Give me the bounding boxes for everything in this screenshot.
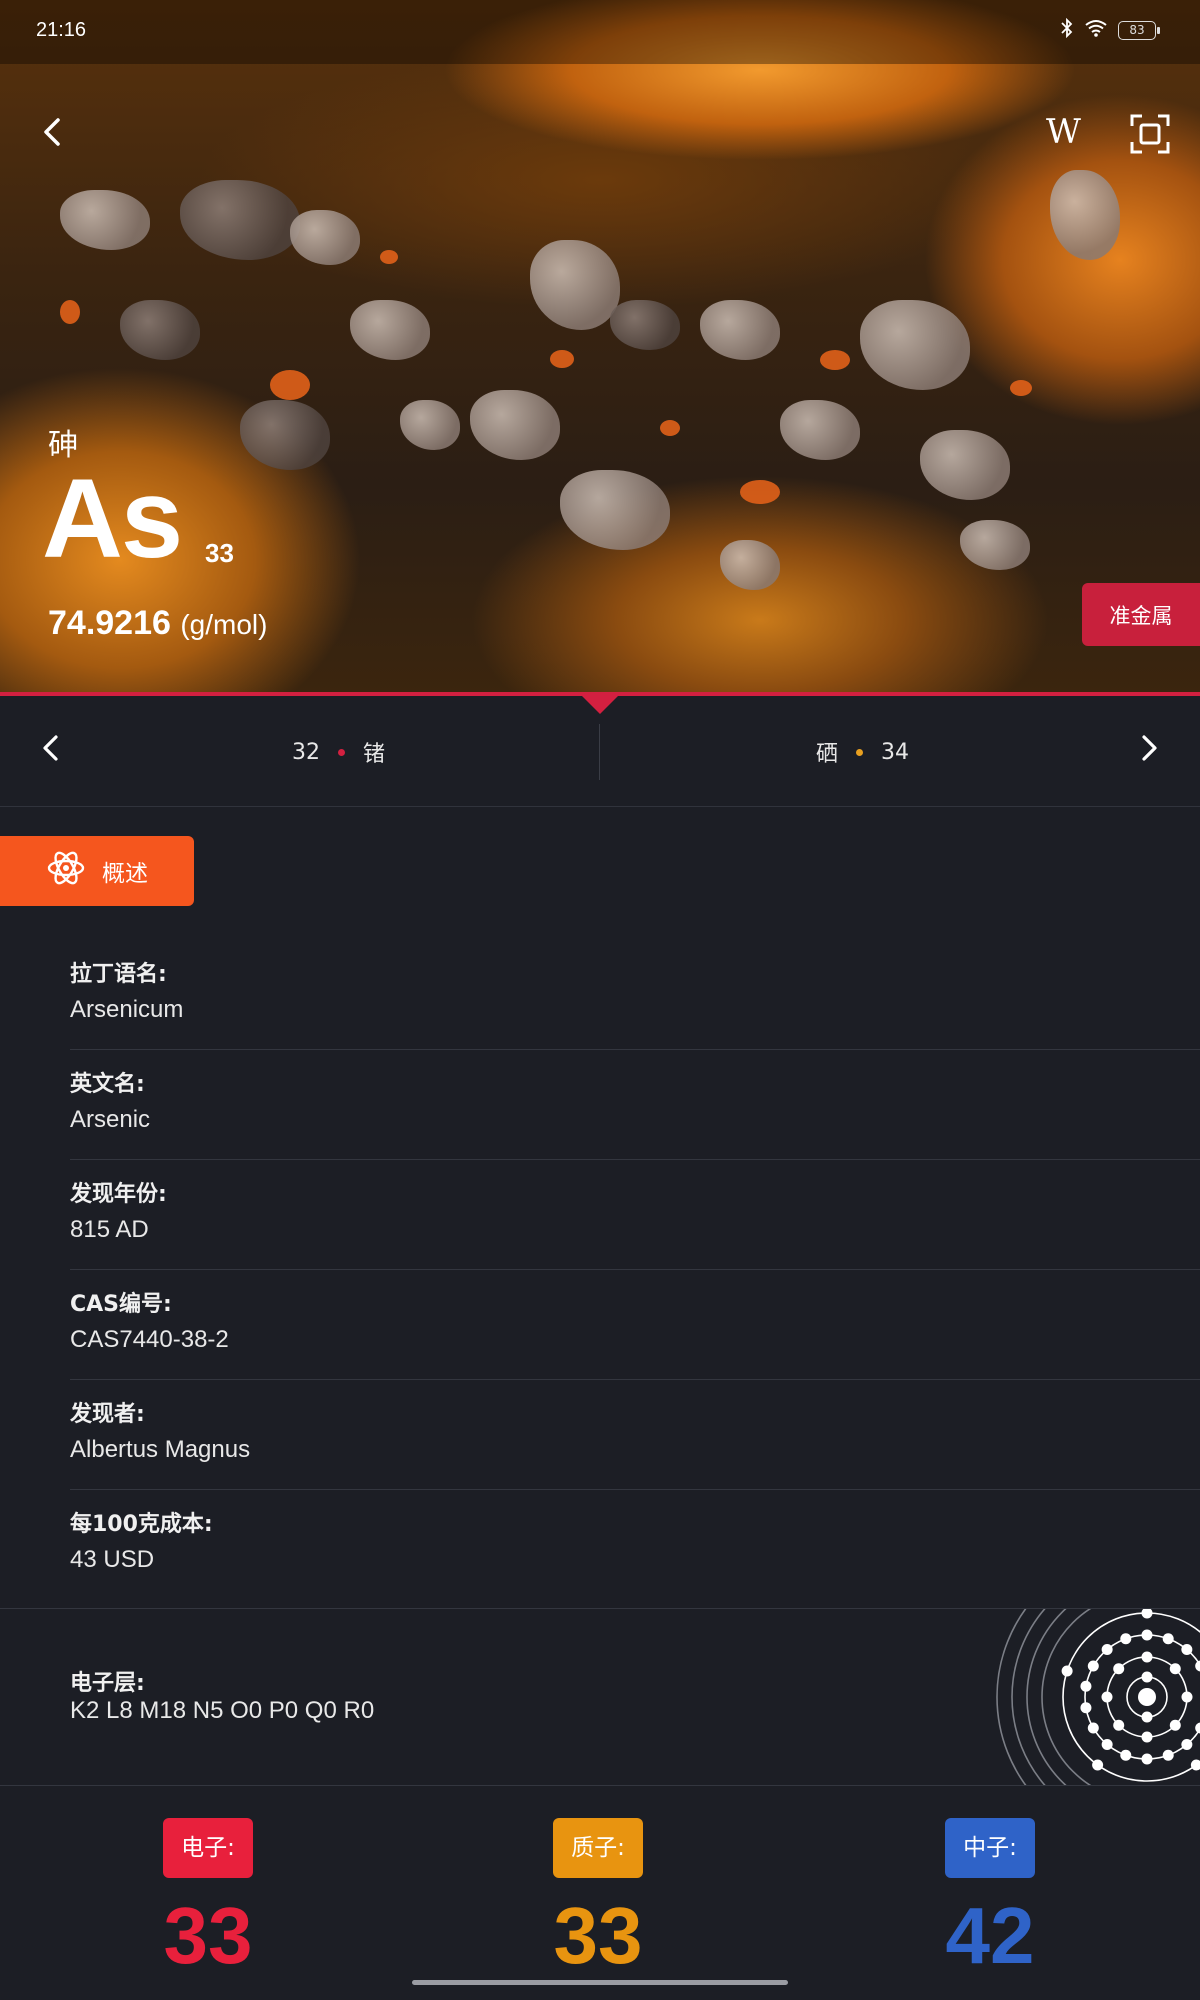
next-element-button[interactable] [1132,732,1164,764]
chevron-left-icon [44,118,60,146]
prev-element-name: 锗 [363,742,386,767]
next-element[interactable]: 硒 34 [816,736,909,768]
next-element-number: 34 [881,739,910,765]
electron-shells: 电子层: K2 L8 M18 N5 O0 P0 Q0 R0 [0,1608,1200,1786]
electron-shells-label: 电子层: [70,1671,145,1696]
property-latin-name: 拉丁语名: Arsenicum [70,940,1200,1050]
property-value: 43 USD [70,1546,155,1573]
property-value: CAS7440-38-2 [70,1326,229,1353]
next-element-dot [856,748,864,756]
property-cas-number: CAS编号: CAS7440-38-2 [70,1270,1200,1380]
electron-badge: 电子: [163,1818,253,1878]
element-symbol: As [42,456,183,581]
prev-element-number: 32 [292,739,320,765]
property-label: CAS编号: [70,1292,172,1317]
atomic-mass: 74.9216 (g/mol) [48,604,267,643]
atomic-mass-unit: (g/mol) [180,609,268,640]
screenshot-icon[interactable] [1128,112,1172,156]
electron-shells-value: K2 L8 M18 N5 O0 P0 Q0 R0 [70,1697,375,1724]
home-indicator[interactable] [412,1980,788,1985]
property-discoverer: 发现者: Albertus Magnus [70,1380,1200,1490]
property-value: Arsenicum [70,996,184,1023]
property-value: Arsenic [70,1106,151,1133]
proton-value: 33 [553,1891,643,1980]
properties-list: 拉丁语名: Arsenicum 英文名: Arsenic 发现年份: 815 A… [70,940,1200,1600]
neutron-count: 中子: 42 [890,1818,1090,1984]
prev-element-dot [338,748,345,756]
proton-badge: 质子: [553,1818,643,1878]
chevron-left-icon [43,735,58,761]
next-element-name: 硒 [816,742,839,767]
nav-divider [599,724,600,780]
electron-value: 33 [163,1891,253,1980]
property-label: 英文名: [70,1072,145,1097]
battery-icon: 83 [1118,20,1160,40]
element-navigation: 32 锗 硒 34 [0,696,1200,807]
previous-element[interactable]: 32 锗 [292,736,385,768]
status-time: 21:16 [36,19,87,41]
previous-element-button[interactable] [36,732,68,764]
atom-icon [46,848,86,894]
status-bar: 21:16 83 [0,0,1200,64]
wifi-icon [1084,18,1108,42]
property-value: 815 AD [70,1216,149,1243]
neutron-value: 42 [945,1891,1035,1980]
neutron-badge: 中子: [945,1818,1035,1878]
property-cost: 每100克成本: 43 USD [70,1490,1200,1600]
back-button[interactable] [34,112,74,152]
proton-count: 质子: 33 [498,1818,698,1984]
chevron-right-icon [1142,735,1157,761]
property-english-name: 英文名: Arsenic [70,1050,1200,1160]
bluetooth-icon [1060,17,1074,42]
property-label: 发现年份: [70,1182,167,1207]
atomic-number: 33 [205,538,234,568]
property-value: Albertus Magnus [70,1436,251,1463]
category-badge[interactable]: 准金属 [1082,583,1200,646]
property-label: 每100克成本: [70,1512,213,1537]
tab-overview[interactable]: 概述 [0,836,194,906]
property-label: 拉丁语名: [70,962,167,987]
wikipedia-button[interactable]: W [1046,112,1081,152]
electron-count: 电子: 33 [108,1818,308,1984]
atomic-mass-value: 74.9216 [48,604,171,642]
property-discovery-year: 发现年份: 815 AD [70,1160,1200,1270]
property-label: 发现者: [70,1402,145,1427]
particle-counts: 电子: 33 质子: 33 中子: 42 [0,1786,1200,2000]
tab-overview-label: 概述 [102,861,148,887]
bohr-model-icon [996,1609,1200,1785]
element-hero-image [0,0,1200,692]
